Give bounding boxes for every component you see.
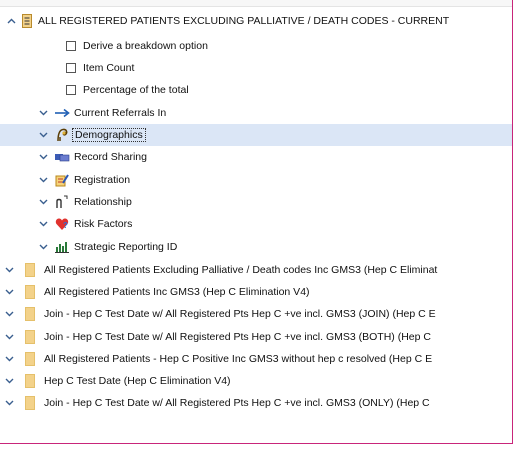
option-label: Percentage of the total	[83, 84, 189, 96]
percentage-total-checkbox[interactable]	[66, 85, 76, 95]
report-icon	[24, 263, 36, 277]
chevron-down-icon[interactable]	[4, 398, 14, 408]
category-label: Risk Factors	[74, 218, 133, 230]
report-label: Hep C Test Date (Hep C Elimination V4)	[44, 375, 231, 387]
category-label: Demographics	[72, 128, 146, 142]
report-icon	[24, 285, 36, 299]
derive-breakdown-checkbox[interactable]	[66, 41, 76, 51]
report-label: All Registered Patients Excluding Pallia…	[44, 264, 438, 276]
chevron-down-icon[interactable]	[4, 265, 14, 275]
category-relationship[interactable]: Relationship	[0, 191, 512, 213]
category-label: Current Referrals In	[74, 107, 167, 119]
report-icon	[24, 307, 36, 321]
report-item[interactable]: Hep C Test Date (Hep C Elimination V4)	[0, 370, 512, 392]
strategic-reporting-icon	[54, 240, 70, 254]
report-icon	[24, 330, 36, 344]
category-record-sharing[interactable]: Record Sharing	[0, 146, 512, 168]
tree-root-label: ALL REGISTERED PATIENTS EXCLUDING PALLIA…	[38, 15, 450, 27]
chevron-down-icon[interactable]	[4, 287, 14, 297]
report-item[interactable]: All Registered Patients Inc GMS3 (Hep C …	[0, 281, 512, 303]
report-label: Join - Hep C Test Date w/ All Registered…	[44, 397, 430, 409]
category-demographics[interactable]: Demographics	[0, 124, 512, 146]
record-sharing-icon	[54, 150, 70, 164]
option-label: Item Count	[83, 62, 135, 74]
chevron-down-icon[interactable]	[38, 242, 48, 252]
chevron-down-icon[interactable]	[38, 130, 48, 140]
category-label: Record Sharing	[74, 151, 147, 163]
report-icon	[24, 374, 36, 388]
option-label: Derive a breakdown option	[83, 40, 208, 52]
chevron-down-icon[interactable]	[4, 309, 14, 319]
panel-header-strip	[0, 0, 512, 7]
report-icon	[20, 14, 34, 28]
category-label: Registration	[74, 174, 131, 186]
report-item[interactable]: All Registered Patients - Hep C Positive…	[0, 348, 512, 370]
demographics-icon	[54, 128, 70, 142]
registration-icon	[54, 173, 70, 187]
report-icon	[24, 352, 36, 366]
category-label: Strategic Reporting ID	[74, 241, 178, 253]
report-label: All Registered Patients Inc GMS3 (Hep C …	[44, 286, 310, 298]
option-item-count[interactable]: Item Count	[0, 57, 512, 79]
risk-factors-icon: ?	[54, 217, 70, 231]
tree-root-node[interactable]: ALL REGISTERED PATIENTS EXCLUDING PALLIA…	[0, 10, 512, 32]
chevron-down-icon[interactable]	[4, 376, 14, 386]
report-label: Join - Hep C Test Date w/ All Registered…	[44, 331, 431, 343]
report-icon	[24, 396, 36, 410]
relationship-icon	[54, 195, 70, 209]
category-strategic-reporting-id[interactable]: Strategic Reporting ID	[0, 236, 512, 258]
arrow-right-icon	[54, 106, 70, 120]
chevron-down-icon[interactable]	[38, 197, 48, 207]
report-label: Join - Hep C Test Date w/ All Registered…	[44, 308, 436, 320]
option-percentage-total[interactable]: Percentage of the total	[0, 79, 512, 101]
report-item[interactable]: Join - Hep C Test Date w/ All Registered…	[0, 303, 512, 325]
chevron-down-icon[interactable]	[38, 108, 48, 118]
report-label: All Registered Patients - Hep C Positive…	[44, 353, 433, 365]
category-current-referrals-in[interactable]: Current Referrals In	[0, 102, 512, 124]
report-item[interactable]: Join - Hep C Test Date w/ All Registered…	[0, 326, 512, 348]
report-item[interactable]: Join - Hep C Test Date w/ All Registered…	[0, 392, 512, 414]
category-risk-factors[interactable]: ? Risk Factors	[0, 213, 512, 235]
chevron-down-icon[interactable]	[4, 354, 14, 364]
item-count-checkbox[interactable]	[66, 63, 76, 73]
report-item[interactable]: All Registered Patients Excluding Pallia…	[0, 259, 512, 281]
chevron-down-icon[interactable]	[4, 332, 14, 342]
chevron-up-icon[interactable]	[6, 16, 16, 26]
chevron-down-icon[interactable]	[38, 219, 48, 229]
tree-panel: ALL REGISTERED PATIENTS EXCLUDING PALLIA…	[0, 0, 513, 444]
chevron-down-icon[interactable]	[38, 152, 48, 162]
category-registration[interactable]: Registration	[0, 169, 512, 191]
svg-text:?: ?	[63, 221, 68, 230]
option-derive-breakdown[interactable]: Derive a breakdown option	[0, 35, 512, 57]
category-label: Relationship	[74, 196, 132, 208]
chevron-down-icon[interactable]	[38, 175, 48, 185]
